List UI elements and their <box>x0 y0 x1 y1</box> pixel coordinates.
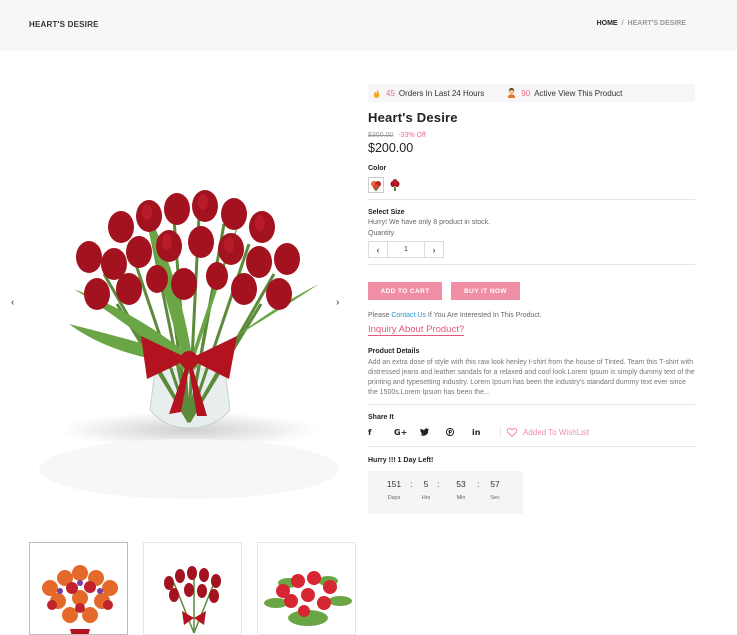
share-row: f G+ in Added To WishList <box>368 424 695 440</box>
divider <box>368 446 695 447</box>
timer-hrs: 5 Hrs <box>413 479 439 501</box>
divider <box>368 264 695 265</box>
twitter-icon[interactable] <box>420 428 446 436</box>
top-bar: HEART'S DESIRE HOME / HEART'S DESIRE <box>0 0 737 51</box>
breadcrumb-separator: / <box>621 20 624 27</box>
stock-text: Hurry! We have only 8 product in stock. <box>368 219 491 226</box>
breadcrumb: HOME / HEART'S DESIRE <box>597 20 686 27</box>
product-gallery <box>29 84 355 524</box>
color-swatch-2[interactable] <box>387 177 403 193</box>
add-to-cart-button[interactable]: ADD TO CART <box>368 282 442 300</box>
thumbnail-2-image <box>164 566 221 634</box>
breadcrumb-home-link[interactable]: HOME <box>597 20 618 27</box>
google-plus-icon[interactable]: G+ <box>394 428 420 437</box>
orders-label: Orders In Last 24 Hours <box>398 88 485 98</box>
main-product-image <box>29 124 355 524</box>
quantity-increase-button[interactable]: › <box>425 242 443 257</box>
wishlist-label: Added To WishList <box>523 427 590 437</box>
timer-min-value: 53 <box>456 479 466 489</box>
active-stat: 90 Active View This Product <box>507 88 622 98</box>
divider <box>368 404 695 405</box>
quantity-decrease-button[interactable]: ‹ <box>369 242 387 257</box>
size-label: Select Size <box>368 209 405 216</box>
timer-days: 151 Days <box>381 479 407 501</box>
add-to-wishlist-button[interactable]: Added To WishList <box>500 427 590 437</box>
contact-text: Please Contact Us If You Are Interested … <box>368 312 695 319</box>
thumbnail-2[interactable] <box>143 542 242 635</box>
thumbnail-1-image <box>42 565 118 634</box>
timer-colon: : <box>437 479 440 489</box>
quantity-stepper: ‹ 1 › <box>368 241 444 258</box>
heart-outline-icon <box>507 427 517 437</box>
gallery-next-button[interactable]: › <box>336 297 339 308</box>
page-heading: HEART'S DESIRE <box>29 20 99 29</box>
color-swatches <box>368 177 695 193</box>
product-info: 45 Orders In Last 24 Hours 90 Active Vie… <box>368 84 695 514</box>
timer-colon: : <box>477 479 480 489</box>
price-row: $300.00 -33% Off <box>368 132 695 139</box>
buy-it-now-button[interactable]: BUY IT NOW <box>451 282 520 300</box>
share-label: Share It <box>368 414 394 421</box>
linkedin-icon[interactable]: in <box>472 428 498 437</box>
timer-hrs-value: 5 <box>423 479 429 489</box>
active-label: Active View This Product <box>534 88 623 98</box>
pinterest-icon[interactable] <box>446 428 472 436</box>
current-price: $200.00 <box>368 141 414 155</box>
contact-prefix: Please <box>368 312 392 319</box>
product-title: Heart's Desire <box>368 110 458 125</box>
color-label: Color <box>368 165 387 172</box>
orders-stat: 45 Orders In Last 24 Hours <box>372 88 485 98</box>
person-icon <box>508 88 516 98</box>
old-price: $300.00 <box>368 132 394 139</box>
product-details-label: Product Details <box>368 348 420 355</box>
color-swatch-1[interactable] <box>368 177 384 193</box>
timer-hrs-unit: Hrs <box>421 495 431 501</box>
thumbnail-3-image <box>264 571 352 626</box>
swatch-2-image <box>390 179 400 191</box>
fire-icon <box>373 88 380 98</box>
contact-suffix: If You Are Interested In This Product. <box>425 312 542 319</box>
swatch-1-image <box>371 181 381 191</box>
timer-sec-unit: Sec <box>490 495 500 501</box>
inquiry-link[interactable]: Inquiry About Product? <box>368 324 465 336</box>
thumbnail-3[interactable] <box>257 542 356 635</box>
breadcrumb-current: HEART'S DESIRE <box>627 20 686 27</box>
product-details-text: Add an extra dose of style with this raw… <box>368 359 695 396</box>
contact-us-link[interactable]: Contact Us <box>391 312 426 319</box>
timer-min-unit: Min <box>456 495 466 501</box>
timer-sec-value: 57 <box>490 479 500 489</box>
hurry-label: Hurry !!! 1 Day Left! <box>368 457 434 464</box>
timer-days-unit: Days <box>387 495 401 501</box>
thumbnail-1[interactable] <box>29 542 128 635</box>
quantity-label: Quantity <box>368 230 395 237</box>
quantity-input[interactable]: 1 <box>387 242 425 257</box>
stats-bar: 45 Orders In Last 24 Hours 90 Active Vie… <box>368 84 695 102</box>
timer-days-value: 151 <box>386 479 402 489</box>
timer-sec: 57 Sec <box>482 479 508 501</box>
facebook-icon[interactable]: f <box>368 428 394 437</box>
discount-badge: -33% Off <box>398 132 426 139</box>
gallery-prev-button[interactable]: ‹ <box>11 297 14 308</box>
orders-count: 45 <box>386 88 395 98</box>
countdown-timer: 151 Days : 5 Hrs : 53 Min : 57 Sec <box>368 471 523 514</box>
active-count: 90 <box>521 88 531 98</box>
divider <box>368 199 695 200</box>
action-buttons: ADD TO CART BUY IT NOW <box>368 282 695 300</box>
timer-min: 53 Min <box>448 479 474 501</box>
